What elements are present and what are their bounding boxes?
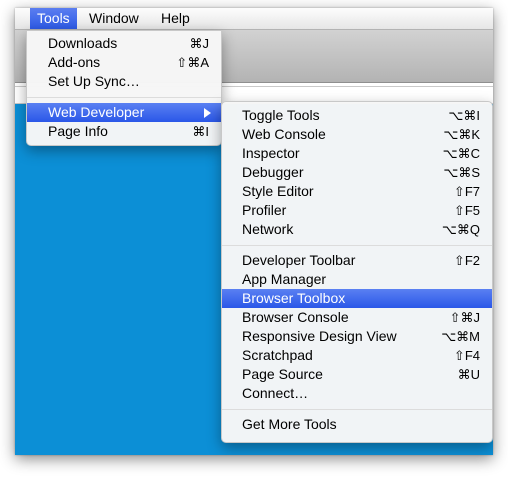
menu-item-shortcut: ⌘I bbox=[192, 124, 209, 139]
menu-item-shortcut: ⌘J bbox=[189, 36, 210, 51]
menu-separator bbox=[27, 97, 221, 98]
menu-item-shortcut: ⇧F5 bbox=[453, 203, 480, 218]
menu-item-label: Web Developer bbox=[48, 104, 145, 120]
menu-item-browser-console[interactable]: Browser Console ⇧⌘J bbox=[222, 308, 492, 327]
menubar-tools[interactable]: Tools bbox=[30, 8, 77, 29]
menu-item-shortcut: ⌥⌘M bbox=[441, 329, 480, 344]
menu-item-browser-toolbox[interactable]: Browser Toolbox bbox=[222, 289, 492, 308]
menu-bar: Tools Window Help bbox=[15, 8, 493, 30]
menu-item-shortcut: ⇧F4 bbox=[453, 348, 480, 363]
menu-item-label: Inspector bbox=[242, 145, 300, 161]
menu-item-shortcut: ⌘U bbox=[457, 367, 480, 382]
menu-item-add-ons[interactable]: Add-ons ⇧⌘A bbox=[27, 53, 221, 72]
menu-item-network[interactable]: Network ⌥⌘Q bbox=[222, 220, 492, 239]
menu-item-web-developer[interactable]: Web Developer bbox=[27, 103, 221, 122]
menu-item-label: Browser Console bbox=[242, 309, 349, 325]
menu-item-shortcut: ⇧F2 bbox=[453, 253, 480, 268]
tools-menu: Downloads ⌘J Add-ons ⇧⌘A Set Up Sync… We… bbox=[26, 30, 222, 146]
menu-item-scratchpad[interactable]: Scratchpad ⇧F4 bbox=[222, 346, 492, 365]
menu-item-label: Page Source bbox=[242, 366, 323, 382]
menu-separator bbox=[222, 245, 492, 246]
menu-item-shortcut: ⌥⌘I bbox=[448, 108, 480, 123]
menu-item-shortcut: ⇧F7 bbox=[453, 184, 480, 199]
menu-item-debugger[interactable]: Debugger ⌥⌘S bbox=[222, 163, 492, 182]
menu-item-developer-toolbar[interactable]: Developer Toolbar ⇧F2 bbox=[222, 251, 492, 270]
menu-item-label: Web Console bbox=[242, 126, 326, 142]
menubar-window[interactable]: Window bbox=[82, 8, 146, 29]
menu-item-profiler[interactable]: Profiler ⇧F5 bbox=[222, 201, 492, 220]
menu-item-label: App Manager bbox=[242, 271, 327, 287]
menu-item-label: Network bbox=[242, 221, 294, 237]
menu-item-get-more-tools[interactable]: Get More Tools bbox=[222, 415, 492, 434]
web-developer-menu: Toggle Tools ⌥⌘I Web Console ⌥⌘K Inspect… bbox=[221, 101, 493, 443]
menu-item-shortcut: ⌥⌘S bbox=[443, 165, 480, 180]
menu-item-shortcut: ⇧⌘A bbox=[176, 55, 209, 70]
menu-item-style-editor[interactable]: Style Editor ⇧F7 bbox=[222, 182, 492, 201]
menu-item-responsive-design-view[interactable]: Responsive Design View ⌥⌘M bbox=[222, 327, 492, 346]
menu-item-label: Set Up Sync… bbox=[48, 73, 140, 89]
menu-item-label: Toggle Tools bbox=[242, 107, 320, 123]
menu-item-toggle-tools[interactable]: Toggle Tools ⌥⌘I bbox=[222, 106, 492, 125]
menu-item-label: Page Info bbox=[48, 123, 108, 139]
menu-item-label: Debugger bbox=[242, 164, 304, 180]
menubar-help[interactable]: Help bbox=[154, 8, 197, 29]
menu-item-label: Profiler bbox=[242, 202, 287, 218]
menu-item-label: Add-ons bbox=[48, 54, 101, 70]
menu-item-set-up-sync[interactable]: Set Up Sync… bbox=[27, 72, 221, 91]
menu-item-shortcut: ⌥⌘C bbox=[442, 146, 480, 161]
menu-item-web-console[interactable]: Web Console ⌥⌘K bbox=[222, 125, 492, 144]
menu-item-label: Connect… bbox=[242, 385, 309, 401]
menu-item-label: Developer Toolbar bbox=[242, 252, 356, 268]
menu-item-inspector[interactable]: Inspector ⌥⌘C bbox=[222, 144, 492, 163]
browser-window: Tools Window Help Downloads ⌘J Add-ons ⇧… bbox=[15, 8, 493, 455]
menu-separator bbox=[222, 409, 492, 410]
submenu-arrow-icon bbox=[204, 108, 211, 118]
menu-item-label: Get More Tools bbox=[242, 416, 337, 432]
menu-item-shortcut: ⌥⌘Q bbox=[441, 222, 480, 237]
menu-item-label: Responsive Design View bbox=[242, 328, 397, 344]
menu-item-connect[interactable]: Connect… bbox=[222, 384, 492, 403]
menu-item-downloads[interactable]: Downloads ⌘J bbox=[27, 34, 221, 53]
menu-item-label: Browser Toolbox bbox=[242, 290, 346, 306]
menu-item-shortcut: ⇧⌘J bbox=[449, 310, 480, 325]
menu-item-page-info[interactable]: Page Info ⌘I bbox=[27, 122, 221, 141]
menu-item-label: Style Editor bbox=[242, 183, 314, 199]
menu-item-label: Downloads bbox=[48, 35, 118, 51]
menu-item-label: Scratchpad bbox=[242, 347, 313, 363]
menu-item-page-source[interactable]: Page Source ⌘U bbox=[222, 365, 492, 384]
menu-item-shortcut: ⌥⌘K bbox=[443, 127, 480, 142]
menu-item-app-manager[interactable]: App Manager bbox=[222, 270, 492, 289]
